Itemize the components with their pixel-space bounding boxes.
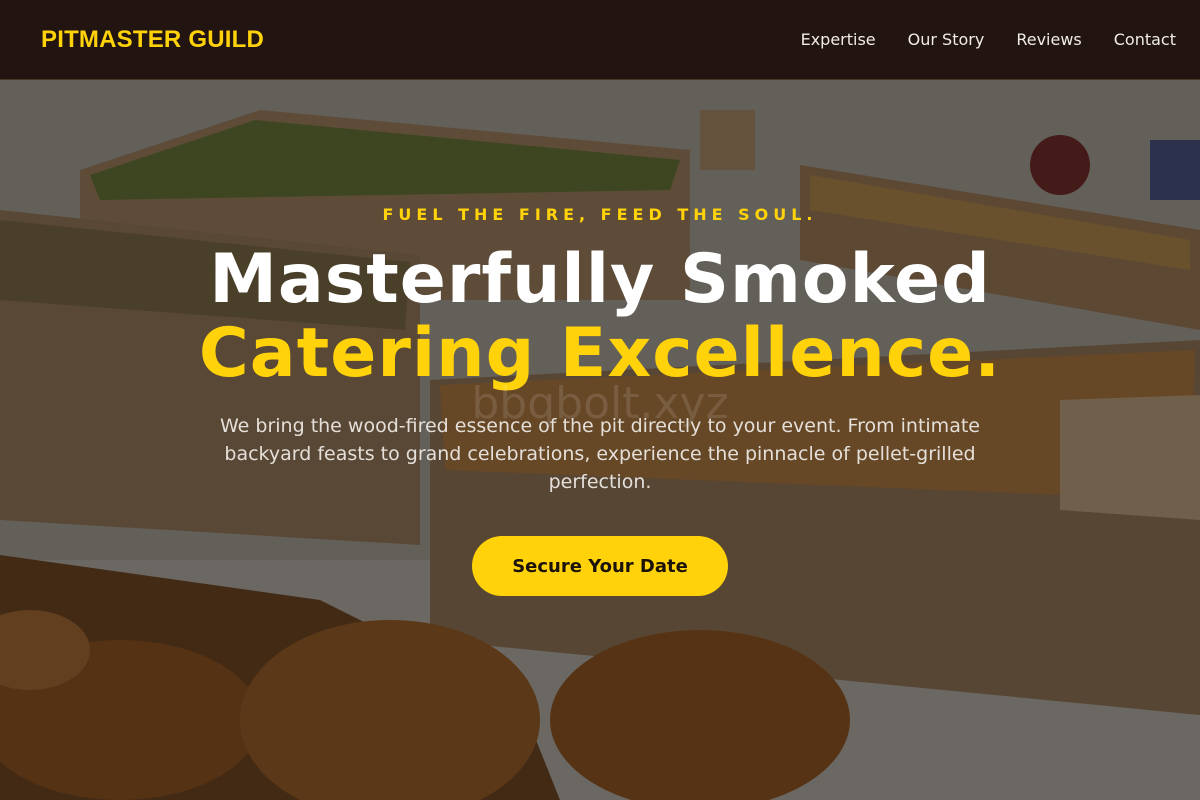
brand-logo-text[interactable]: PITMASTER GUILD [41, 26, 264, 54]
secure-your-date-button[interactable]: Secure Your Date [472, 536, 728, 596]
hero-section: FUEL THE FIRE, FEED THE SOUL. Masterfull… [0, 0, 1200, 800]
nav-link-expertise[interactable]: Expertise [801, 30, 876, 49]
hero-description: We bring the wood-fired essence of the p… [220, 415, 980, 493]
hero-tagline: FUEL THE FIRE, FEED THE SOUL. [382, 205, 818, 224]
hero-headline-line-1: Masterfully Smoked [209, 240, 991, 319]
main-nav: Expertise Our Story Reviews Contact [801, 30, 1176, 49]
nav-link-reviews[interactable]: Reviews [1016, 30, 1081, 49]
nav-link-our-story[interactable]: Our Story [908, 30, 985, 49]
site-header: PITMASTER GUILD Expertise Our Story Revi… [0, 0, 1200, 80]
landing-page: PITMASTER GUILD Expertise Our Story Revi… [0, 0, 1200, 800]
nav-link-contact[interactable]: Contact [1114, 30, 1176, 49]
